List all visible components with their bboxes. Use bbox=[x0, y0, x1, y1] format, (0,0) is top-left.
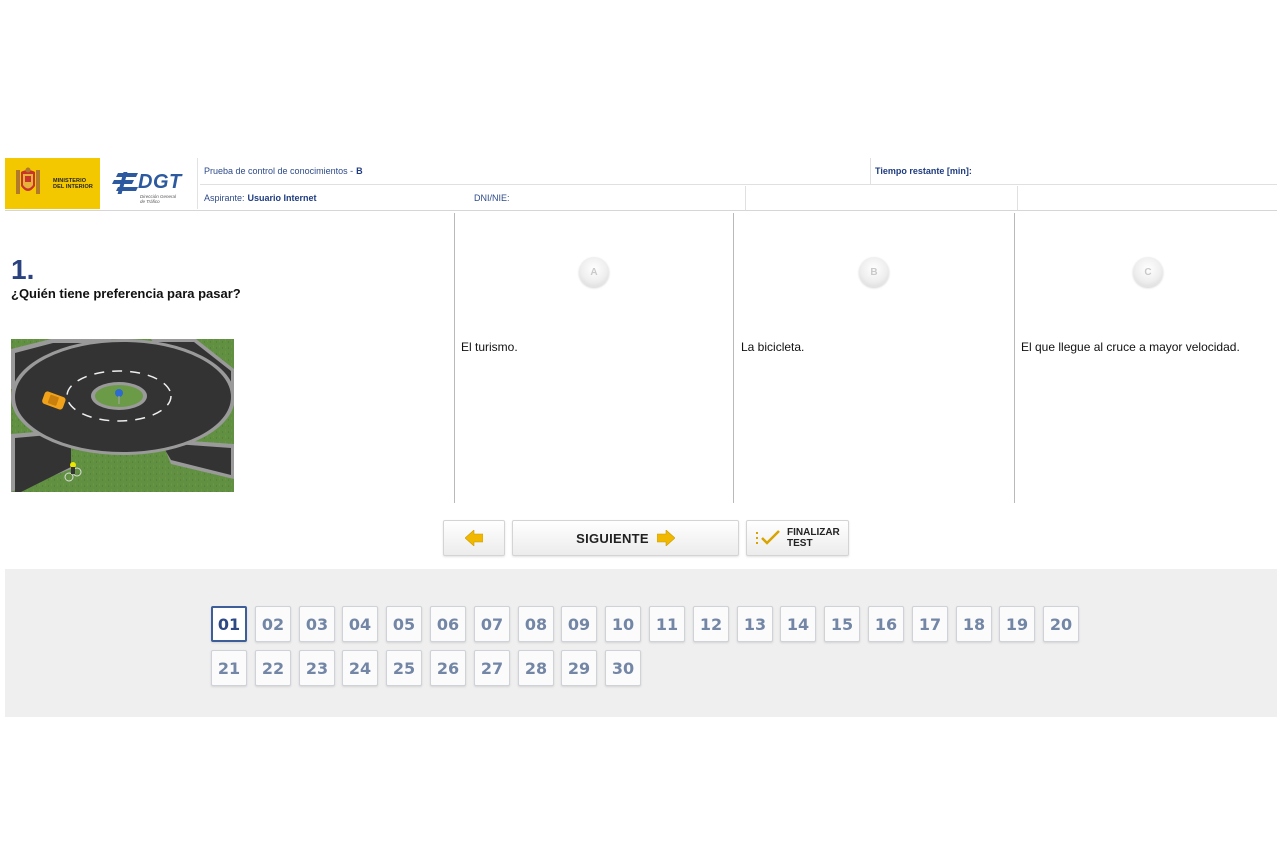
question-nav-button-03[interactable]: 03 bbox=[299, 606, 335, 642]
question-nav-button-20[interactable]: 20 bbox=[1043, 606, 1079, 642]
dgt-logo-subtitle: Dirección General de Tráfico bbox=[140, 194, 177, 204]
answer-b-text[interactable]: La bicicleta. bbox=[741, 340, 804, 354]
candidate-label: Aspirante: bbox=[204, 193, 245, 203]
question-navigation-panel: 01 02 03 04 05 06 07 08 09 10 11 12 13 14 15 16 17 18 19 20… bbox=[5, 569, 1277, 717]
question-number: 1. bbox=[11, 254, 35, 285]
test-type: Prueba de control de conocimientos - B bbox=[200, 158, 870, 184]
question-nav-button-01[interactable]: 01 bbox=[211, 606, 247, 642]
finish-test-button[interactable]: FINALIZAR TEST bbox=[746, 520, 849, 556]
previous-button[interactable] bbox=[443, 520, 505, 556]
question-nav-button-18[interactable]: 18 bbox=[956, 606, 992, 642]
exam-header: MINISTERIO DEL INTERIOR DGT Dirección Ge… bbox=[5, 158, 1277, 211]
ministry-name: MINISTERIO DEL INTERIOR bbox=[53, 178, 93, 190]
question-nav-button-22[interactable]: 22 bbox=[255, 650, 291, 686]
dni-label: DNI/NIE: bbox=[474, 193, 510, 203]
question-nav-button-23[interactable]: 23 bbox=[299, 650, 335, 686]
answer-b-badge[interactable]: B bbox=[859, 257, 889, 287]
question-nav-button-02[interactable]: 02 bbox=[255, 606, 291, 642]
next-button-label: SIGUIENTE bbox=[576, 530, 649, 546]
question-nav-button-12[interactable]: 12 bbox=[693, 606, 729, 642]
finish-test-label: FINALIZAR TEST bbox=[787, 527, 840, 549]
question-nav-button-16[interactable]: 16 bbox=[868, 606, 904, 642]
question-nav-button-30[interactable]: 30 bbox=[605, 650, 641, 686]
time-remaining: Tiempo restante [min]: bbox=[871, 158, 1277, 184]
answer-a-text[interactable]: El turismo. bbox=[461, 340, 518, 354]
question-nav-button-25[interactable]: 25 bbox=[386, 650, 422, 686]
dni: DNI/NIE: bbox=[470, 186, 745, 210]
question-nav-button-06[interactable]: 06 bbox=[430, 606, 466, 642]
dgt-logo-text: DGT bbox=[138, 171, 182, 193]
question-nav-button-15[interactable]: 15 bbox=[824, 606, 860, 642]
question-nav-button-21[interactable]: 21 bbox=[211, 650, 247, 686]
question-nav-button-26[interactable]: 26 bbox=[430, 650, 466, 686]
time-remaining-label: Tiempo restante [min]: bbox=[875, 166, 972, 176]
question-nav-button-17[interactable]: 17 bbox=[912, 606, 948, 642]
question-nav-button-09[interactable]: 09 bbox=[561, 606, 597, 642]
question-nav-button-27[interactable]: 27 bbox=[474, 650, 510, 686]
question-nav-button-07[interactable]: 07 bbox=[474, 606, 510, 642]
header-row-test: Prueba de control de conocimientos - B T… bbox=[200, 158, 1277, 185]
question-nav-button-10[interactable]: 10 bbox=[605, 606, 641, 642]
question-nav-button-05[interactable]: 05 bbox=[386, 606, 422, 642]
question-nav-button-28[interactable]: 28 bbox=[518, 650, 554, 686]
question-nav-button-14[interactable]: 14 bbox=[780, 606, 816, 642]
test-type-label: Prueba de control de conocimientos - bbox=[204, 166, 354, 176]
question-nav-button-08[interactable]: 08 bbox=[518, 606, 554, 642]
question-nav-button-13[interactable]: 13 bbox=[737, 606, 773, 642]
checklist-icon bbox=[756, 530, 780, 545]
test-type-value: B bbox=[356, 166, 363, 176]
question-nav-button-04[interactable]: 04 bbox=[342, 606, 378, 642]
question-text: ¿Quién tiene preferencia para pasar? bbox=[11, 286, 241, 301]
answer-c-badge[interactable]: C bbox=[1133, 257, 1163, 287]
roundabout-image bbox=[11, 339, 234, 492]
answer-c-text[interactable]: El que llegue al cruce a mayor velocidad… bbox=[1021, 340, 1240, 354]
coat-of-arms-icon bbox=[16, 167, 40, 194]
question-nav-button-11[interactable]: 11 bbox=[649, 606, 685, 642]
candidate-value: Usuario Internet bbox=[247, 193, 317, 203]
question-nav-button-24[interactable]: 24 bbox=[342, 650, 378, 686]
candidate: Aspirante: Usuario Internet bbox=[200, 186, 470, 210]
arrow-right-icon bbox=[656, 530, 675, 546]
question-nav-button-19[interactable]: 19 bbox=[999, 606, 1035, 642]
ministry-logo: MINISTERIO DEL INTERIOR bbox=[5, 158, 100, 209]
answer-a-badge[interactable]: A bbox=[579, 257, 609, 287]
arrow-left-icon bbox=[465, 530, 483, 546]
next-button[interactable]: SIGUIENTE bbox=[512, 520, 739, 556]
header-row-candidate: Aspirante: Usuario Internet DNI/NIE: bbox=[200, 186, 1277, 210]
question-nav-button-29[interactable]: 29 bbox=[561, 650, 597, 686]
dgt-logo: DGT Dirección General de Tráfico bbox=[102, 158, 198, 209]
